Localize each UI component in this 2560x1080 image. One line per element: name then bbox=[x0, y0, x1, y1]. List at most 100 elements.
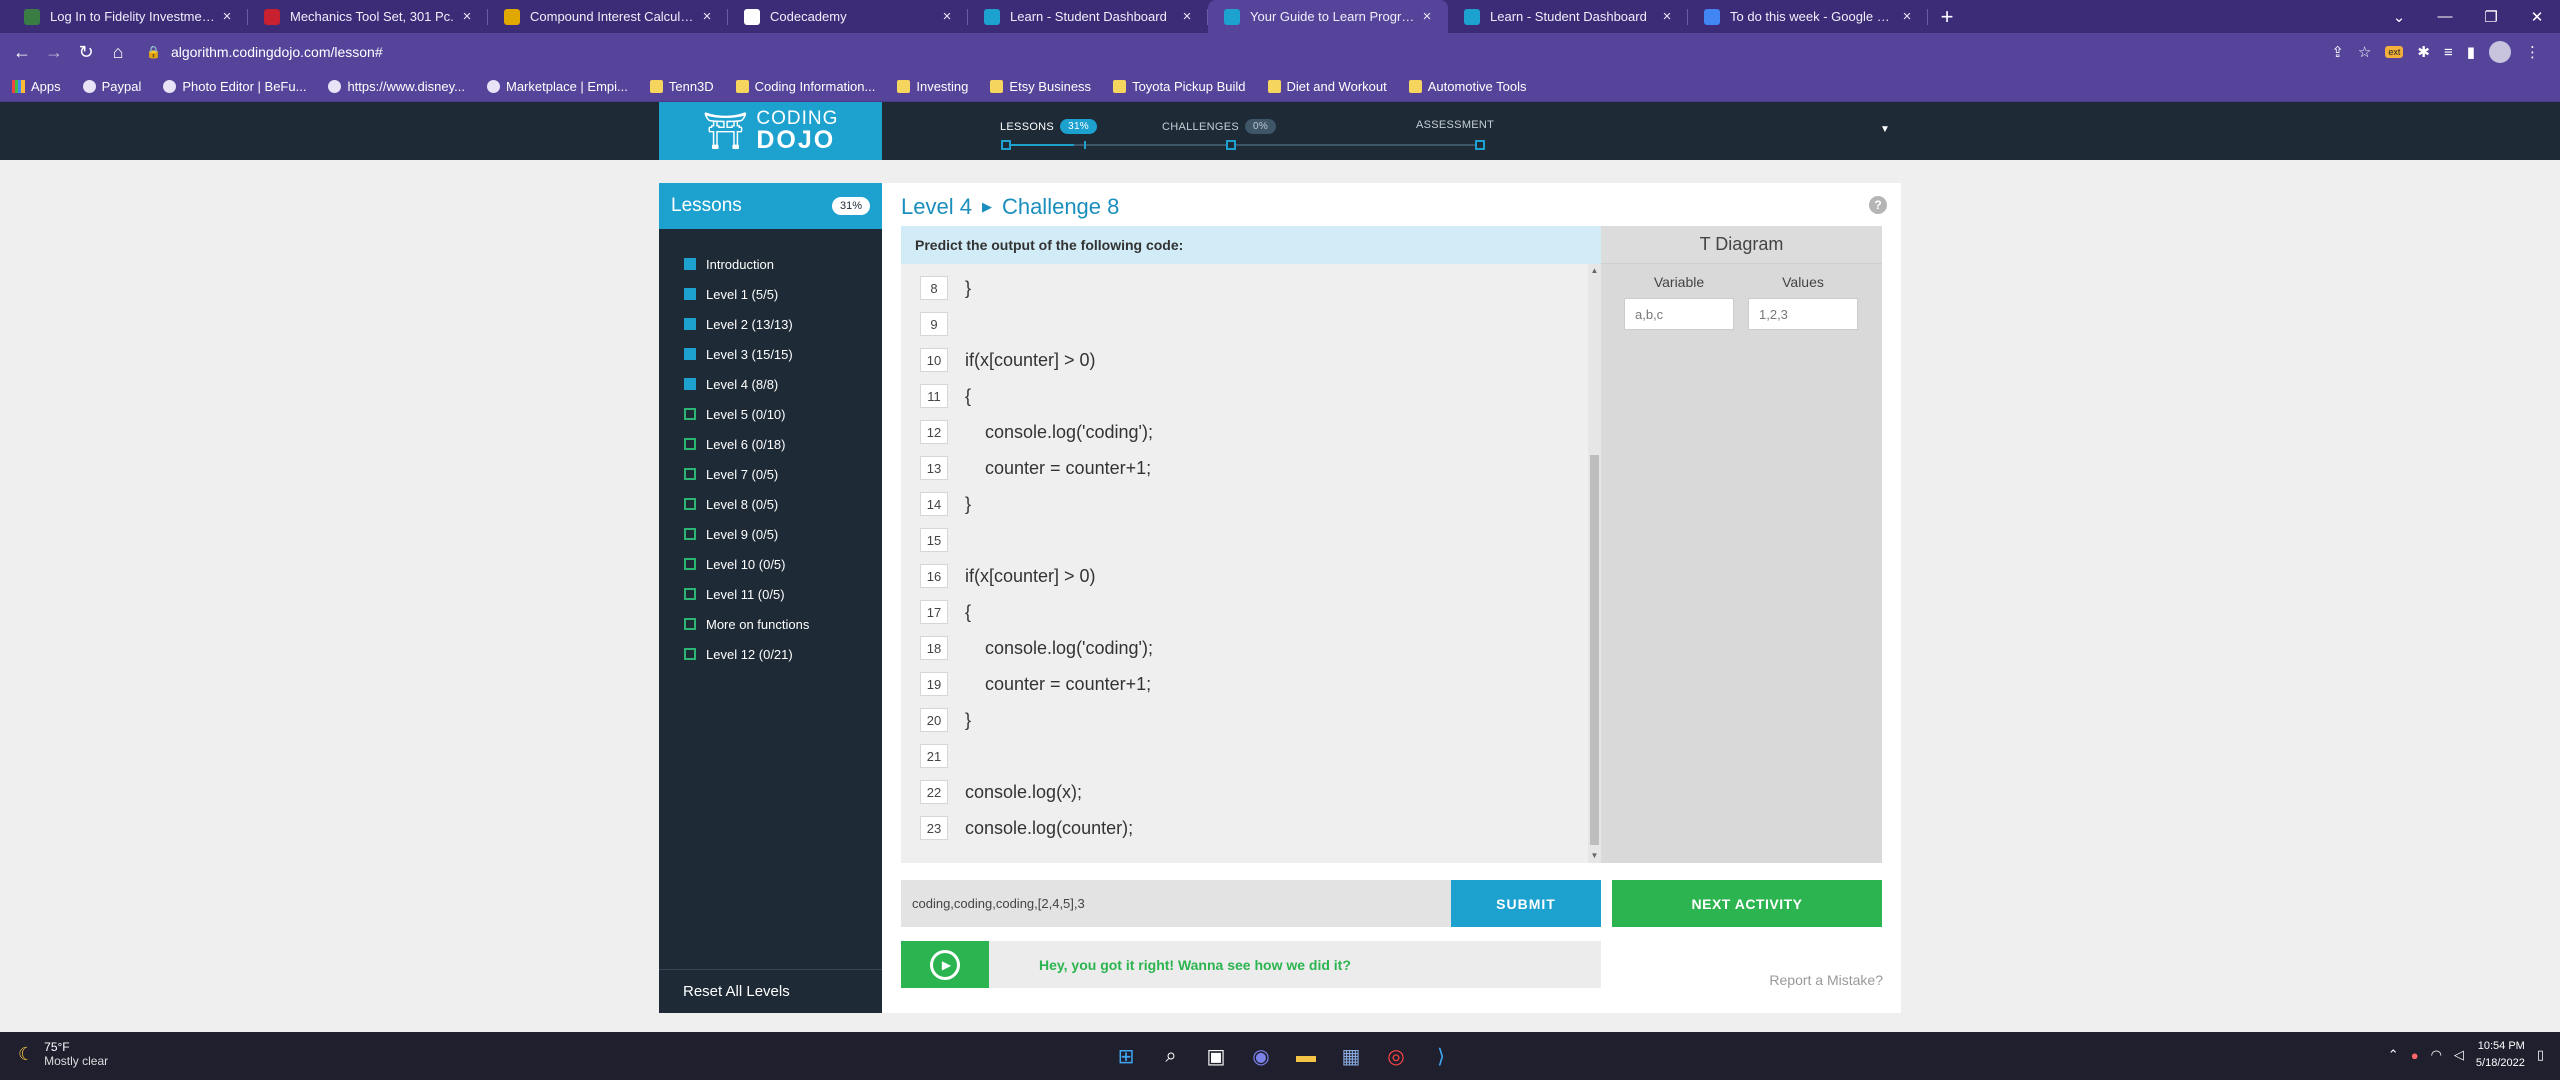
browser-tab[interactable]: Your Guide to Learn Programmin× bbox=[1208, 0, 1448, 33]
sidebar-level-item[interactable]: Level 1 (5/5) bbox=[659, 279, 882, 309]
back-icon[interactable]: ← bbox=[6, 42, 38, 63]
tab-close-icon[interactable]: × bbox=[1898, 8, 1916, 25]
side-panel-icon[interactable]: ▮ bbox=[2467, 43, 2475, 61]
tab-search-icon[interactable]: ⌄ bbox=[2376, 8, 2422, 26]
scroll-down-icon[interactable]: ▼ bbox=[1588, 849, 1601, 863]
bookmark-item[interactable]: Diet and Workout bbox=[1267, 79, 1387, 94]
sidebar-level-item[interactable]: More on functions bbox=[659, 609, 882, 639]
bookmark-item[interactable]: Paypal bbox=[82, 79, 141, 94]
tab-close-icon[interactable]: × bbox=[218, 8, 236, 25]
bookmark-item[interactable]: Apps bbox=[12, 79, 61, 94]
wifi-icon[interactable]: ◠ bbox=[2431, 1047, 2442, 1063]
browser-tab[interactable]: Log In to Fidelity Investments × bbox=[8, 0, 248, 33]
kebab-menu-icon[interactable]: ⋮ bbox=[2525, 43, 2540, 61]
bookmark-item[interactable]: Toyota Pickup Build bbox=[1113, 79, 1246, 94]
sidebar-level-item[interactable]: Level 4 (8/8) bbox=[659, 369, 882, 399]
tab-close-icon[interactable]: × bbox=[1178, 8, 1196, 25]
home-icon[interactable]: ⌂ bbox=[102, 42, 134, 63]
bookmark-item[interactable]: Automotive Tools bbox=[1408, 79, 1526, 94]
tab-close-icon[interactable]: × bbox=[458, 8, 476, 25]
new-tab-button[interactable]: + bbox=[1932, 0, 1962, 33]
browser-tab[interactable]: To do this week - Google Docs × bbox=[1688, 0, 1928, 33]
bookmark-item[interactable]: Marketplace | Empi... bbox=[486, 79, 628, 94]
clock[interactable]: 10:54 PM 5/18/2022 bbox=[2476, 1038, 2525, 1072]
site-favicon-icon bbox=[486, 79, 500, 93]
browser-tab[interactable]: Compound Interest Calculator - I× bbox=[488, 0, 728, 33]
close-window-button[interactable]: ✕ bbox=[2514, 8, 2560, 26]
bookmark-item[interactable]: Investing bbox=[897, 79, 968, 94]
sidebar-level-item[interactable]: Level 5 (0/10) bbox=[659, 399, 882, 429]
tray-chevron-icon[interactable]: ⌃ bbox=[2388, 1047, 2399, 1063]
site-favicon-icon bbox=[328, 79, 342, 93]
forward-icon[interactable]: → bbox=[38, 42, 70, 63]
breadcrumb-level[interactable]: Level 4 bbox=[901, 194, 972, 220]
account-dropdown-icon[interactable]: ▼ bbox=[1880, 124, 1890, 135]
bookmark-star-icon[interactable]: ☆ bbox=[2358, 43, 2371, 61]
sidebar-level-item[interactable]: Level 8 (0/5) bbox=[659, 489, 882, 519]
report-mistake-link[interactable]: Report a Mistake? bbox=[1769, 972, 1883, 988]
url-field[interactable]: 🔒 algorithm.codingdojo.com/lesson# bbox=[146, 38, 2331, 66]
scroll-up-icon[interactable]: ▲ bbox=[1588, 264, 1601, 278]
bookmark-item[interactable]: Photo Editor | BeFu... bbox=[163, 79, 306, 94]
browser-tab[interactable]: Learn - Student Dashboard × bbox=[1448, 0, 1688, 33]
nav-assessment[interactable]: ASSESSMENT bbox=[1416, 119, 1494, 131]
next-activity-button[interactable]: NEXT ACTIVITY bbox=[1612, 880, 1882, 927]
variable-input[interactable]: a,b,c bbox=[1624, 298, 1734, 330]
store-icon[interactable]: ▦ bbox=[1335, 1040, 1367, 1072]
sidebar-level-item[interactable]: Level 10 (0/5) bbox=[659, 549, 882, 579]
teams-chat-icon[interactable]: ◉ bbox=[1245, 1040, 1277, 1072]
tab-close-icon[interactable]: × bbox=[698, 8, 716, 25]
minimize-button[interactable]: — bbox=[2422, 8, 2468, 25]
file-explorer-icon[interactable]: ▬ bbox=[1290, 1040, 1322, 1072]
values-input[interactable]: 1,2,3 bbox=[1748, 298, 1858, 330]
vscode-icon[interactable]: ⟩ bbox=[1425, 1040, 1457, 1072]
extensions-puzzle-icon[interactable]: ✱ bbox=[2417, 43, 2430, 61]
submit-button[interactable]: SUBMIT bbox=[1451, 880, 1601, 927]
tray-app-icon[interactable]: ● bbox=[2411, 1048, 2419, 1063]
reset-all-levels-button[interactable]: Reset All Levels bbox=[659, 969, 882, 1013]
bookmark-item[interactable]: https://www.disney... bbox=[328, 79, 465, 94]
bookmark-item[interactable]: Etsy Business bbox=[990, 79, 1091, 94]
extension-badge-icon[interactable]: ext bbox=[2385, 46, 2404, 58]
scrollbar-thumb[interactable] bbox=[1590, 455, 1599, 845]
task-view-icon[interactable]: ▣ bbox=[1200, 1040, 1232, 1072]
tab-close-icon[interactable]: × bbox=[1658, 8, 1676, 25]
bookmark-item[interactable]: Tenn3D bbox=[649, 79, 714, 94]
line-number: 15 bbox=[920, 528, 948, 552]
sidebar-level-item[interactable]: Introduction bbox=[659, 249, 882, 279]
tab-close-icon[interactable]: × bbox=[938, 8, 956, 25]
bookmark-item[interactable]: Coding Information... bbox=[735, 79, 875, 94]
browser-tab[interactable]: Mechanics Tool Set, 301 Pc. × bbox=[248, 0, 488, 33]
help-icon[interactable]: ? bbox=[1869, 196, 1887, 214]
code-text: } bbox=[965, 493, 972, 514]
browser-tab[interactable]: Codecademy × bbox=[728, 0, 968, 33]
sidebar-level-item[interactable]: Level 11 (0/5) bbox=[659, 579, 882, 609]
coding-dojo-logo[interactable]: ⛩ CODING DOJO bbox=[659, 102, 882, 160]
share-icon[interactable]: ⇪ bbox=[2331, 43, 2344, 61]
sidebar-level-item[interactable]: Level 2 (13/13) bbox=[659, 309, 882, 339]
reload-icon[interactable]: ↻ bbox=[70, 42, 102, 63]
sidebar-level-item[interactable]: Level 12 (0/21) bbox=[659, 639, 882, 669]
sidebar-level-item[interactable]: Level 9 (0/5) bbox=[659, 519, 882, 549]
code-scrollbar[interactable]: ▲ ▼ bbox=[1588, 264, 1601, 863]
nav-lessons[interactable]: LESSONS 31% bbox=[1000, 119, 1097, 134]
weather-widget[interactable]: ☾ 75°F Mostly clear bbox=[18, 1040, 108, 1068]
nav-challenges[interactable]: CHALLENGES 0% bbox=[1162, 119, 1277, 134]
watch-solution-button[interactable]: ▶ bbox=[901, 941, 989, 988]
code-line: 17 { bbox=[901, 594, 1581, 630]
sidebar-level-item[interactable]: Level 3 (15/15) bbox=[659, 339, 882, 369]
reading-list-icon[interactable]: ≡ bbox=[2444, 44, 2453, 61]
restore-button[interactable]: ❐ bbox=[2468, 8, 2514, 26]
notifications-icon[interactable]: ▯ bbox=[2537, 1047, 2544, 1063]
sidebar-level-item[interactable]: Level 6 (0/18) bbox=[659, 429, 882, 459]
chrome-icon[interactable]: ◎ bbox=[1380, 1040, 1412, 1072]
start-windows-icon[interactable]: ⊞ bbox=[1110, 1040, 1142, 1072]
folder-icon bbox=[990, 79, 1004, 93]
sidebar-level-item[interactable]: Level 7 (0/5) bbox=[659, 459, 882, 489]
profile-avatar[interactable] bbox=[2489, 41, 2511, 63]
volume-icon[interactable]: ◁ bbox=[2454, 1047, 2464, 1063]
browser-tab[interactable]: Learn - Student Dashboard × bbox=[968, 0, 1208, 33]
tab-close-icon[interactable]: × bbox=[1418, 8, 1436, 25]
search-icon[interactable]: ⌕ bbox=[1155, 1040, 1187, 1072]
answer-input[interactable]: coding,coding,coding,[2,4,5],3 bbox=[901, 880, 1451, 927]
